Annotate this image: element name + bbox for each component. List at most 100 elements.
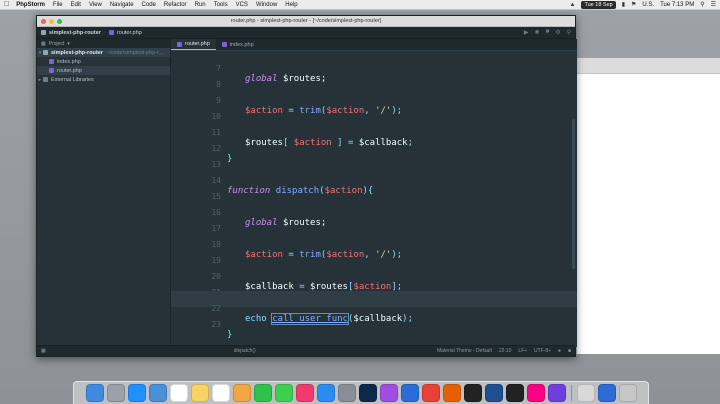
code-line: 15 [171,179,577,201]
photos-icon[interactable] [232,384,251,402]
nav-project-crumb[interactable]: simplest-php-router [41,30,101,36]
launchpad-icon[interactable] [106,384,125,402]
menu-extras: ▲ Tue 18 Sep ▮ ⚑ U.S. Tue 7:13 PM ⚲ ☰ [570,0,716,9]
clock[interactable]: Tue 7:13 PM [660,2,694,8]
photoshop-icon[interactable] [358,384,377,402]
chevron-down-icon[interactable]: ▾ [67,41,70,47]
code-line: 18 $action = trim($action, '/'); [171,227,577,260]
tab-router-php[interactable]: router.php [171,39,216,50]
lock-icon[interactable]: ● [558,348,561,354]
wifi-icon[interactable]: ▲ [570,2,576,8]
react-icon[interactable] [505,384,524,402]
menu-tools[interactable]: Tools [214,2,228,8]
tree-external-libraries[interactable]: ▸ External Libraries [37,75,170,84]
nav-file-label: router.php [116,29,142,36]
menu-bar:  PhpStorm File Edit View Navigate Code … [0,0,720,10]
window-titlebar[interactable]: router.php - simplest-php-router - [~/co… [37,16,575,27]
background-window[interactable] [576,58,720,354]
mail-icon[interactable] [148,384,167,402]
tab-label: router.php [185,41,210,47]
apple-icon[interactable]:  [4,1,9,8]
menu-view[interactable]: View [89,2,102,8]
close-window-button[interactable] [41,19,46,24]
nav-file-crumb[interactable]: router.php [108,29,142,36]
background-window-titlebar[interactable] [577,58,720,74]
vscode-stack-icon[interactable] [597,384,616,402]
tree-root-name: simplest-php-router [51,49,103,56]
status-bar: ▦ dispatch() Material Theme - Default 22… [37,345,575,356]
code-text[interactable]: } [227,327,232,343]
preferences-icon[interactable] [337,384,356,402]
menu-phpstorm[interactable]: PhpStorm [16,2,45,8]
event-log-icon[interactable]: ■ [568,348,571,354]
safari-icon[interactable] [127,384,146,402]
run-icon[interactable]: ▶ [524,29,529,36]
sourcetree-icon[interactable] [484,384,503,402]
phpstorm-icon[interactable] [379,384,398,402]
status-breadcrumb[interactable]: dispatch() [234,348,256,354]
chrome-icon[interactable] [421,384,440,402]
downloads-icon[interactable] [576,384,595,402]
php-file-icon [177,41,182,47]
php-file-icon [108,30,114,35]
project-view-icon: ▦ [41,40,46,47]
tab-index-php[interactable]: index.php [216,39,260,50]
code-line: 7 global $routes; [171,51,577,84]
itunes-icon[interactable] [295,384,314,402]
menu-window[interactable]: Window [256,2,277,8]
window-title: router.php - simplest-php-router - [~/co… [230,18,382,24]
menu-edit[interactable]: Edit [71,2,81,8]
file-encoding[interactable]: UTF-8÷ [534,348,551,354]
appstore-icon[interactable] [316,384,335,402]
insomnia-icon[interactable] [547,384,566,402]
spotlight-icon[interactable]: ⚲ [700,1,704,8]
caret-position[interactable]: 22:10 [499,348,512,354]
flickr-icon[interactable] [526,384,545,402]
menu-code[interactable]: Code [142,2,156,8]
tree-file-label: router.php [57,67,82,74]
facetime-icon[interactable] [253,384,272,402]
notification-center-icon[interactable]: ☰ [711,1,716,8]
reminders-icon[interactable] [211,384,230,402]
stop-icon[interactable]: ■ [546,29,550,36]
php-file-icon [221,42,227,47]
line-separator[interactable]: LF÷ [518,348,527,354]
php-file-icon [49,68,54,73]
code-line: 9 $action = trim($action, '/'); [171,83,577,116]
menu-file[interactable]: File [53,2,63,8]
notes-icon[interactable] [190,384,209,402]
theme-indicator[interactable]: Material Theme - Default [437,348,492,354]
menu-navigate[interactable]: Navigate [110,2,134,8]
finder-icon[interactable] [85,384,104,402]
menu-help[interactable]: Help [285,2,297,8]
code-line: 17 [171,211,577,233]
terminal-icon[interactable] [463,384,482,402]
settings-icon[interactable]: ⚙ [555,29,560,36]
code-editor[interactable]: router.php index.php 7 global $routes; 8… [171,39,577,347]
date-badge[interactable]: Tue 18 Sep [581,0,616,9]
search-icon[interactable]: ⚲ [567,29,571,36]
battery-icon[interactable]: ▮ [622,1,625,8]
tree-file-index[interactable]: index.php [37,57,170,66]
tree-root-folder[interactable]: ▾ simplest-php-router ~/code/simplest-ph… [37,48,170,57]
window-controls [41,19,62,24]
trash-icon[interactable] [618,384,637,402]
firefox-icon[interactable] [442,384,461,402]
tool-windows-icon[interactable]: ▦ [41,348,46,354]
input-source[interactable]: U.S. [642,2,654,8]
debug-icon[interactable]: ✺ [535,29,540,36]
menu-run[interactable]: Run [195,2,206,8]
minimize-window-button[interactable] [49,19,54,24]
menu-vcs[interactable]: VCS [236,2,248,8]
zoom-window-button[interactable] [57,19,62,24]
calendar-icon[interactable] [169,384,188,402]
editor-scrollbar[interactable] [572,119,575,269]
project-panel-title: Project [48,40,65,47]
menu-refactor[interactable]: Refactor [164,2,187,8]
navigation-bar: simplest-php-router router.php ▶ ✺ ■ ⚙ ⚲ [37,27,575,39]
vscode-icon[interactable] [400,384,419,402]
project-panel-header[interactable]: ▦ Project ▾ [37,39,170,48]
tree-file-router[interactable]: router.php [37,66,170,75]
messages-icon[interactable] [274,384,293,402]
code-line: 13 [171,147,577,169]
